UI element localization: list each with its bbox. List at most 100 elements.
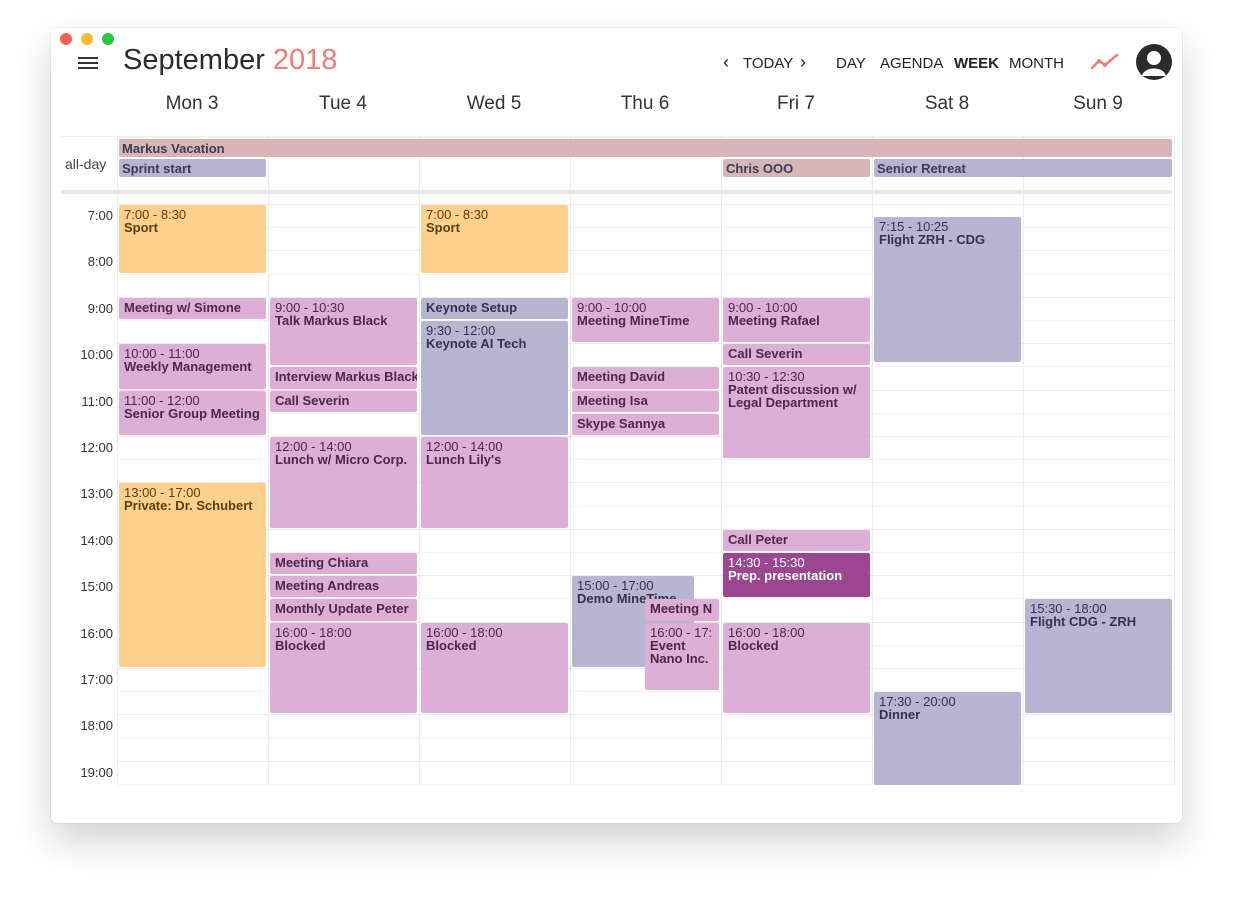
event-title: Interview Markus Black <box>275 369 417 385</box>
day-header[interactable]: Wed 5 <box>419 93 569 115</box>
chevron-left-icon[interactable]: ‹ <box>723 52 729 73</box>
calendar-event[interactable]: 17:30 - 20:00 Dinner <box>874 692 1021 785</box>
event-title: Lunch w/ Micro Corp. <box>275 452 408 467</box>
calendar-event[interactable]: 9:00 - 10:00 Meeting Rafael <box>723 297 870 343</box>
event-time: 7:15 - 10:25 <box>879 218 949 234</box>
hour-label: 11:00 <box>81 394 113 409</box>
calendar-event[interactable]: 16:00 - 18:00 Blocked <box>421 622 568 714</box>
day-header[interactable]: Fri 7 <box>721 93 871 115</box>
calendar-event[interactable]: Interview Markus Black <box>270 367 417 389</box>
minimize-window-button[interactable] <box>81 33 93 45</box>
calendar-event[interactable]: Meeting Andreas <box>270 576 417 598</box>
hour-label: 10:00 <box>80 347 113 362</box>
event-time: 16:00 - 18:00 <box>426 624 503 640</box>
calendar-event[interactable]: 7:15 - 10:25 Flight ZRH - CDG <box>874 216 1021 362</box>
trend-icon[interactable] <box>1090 52 1120 72</box>
allday-label: all-day <box>65 156 107 172</box>
close-window-button[interactable] <box>60 33 72 45</box>
calendar-event[interactable]: Meeting Chiara <box>270 553 417 575</box>
calendar-event[interactable]: 7:00 - 8:30 Sport <box>421 205 568 273</box>
calendar-event[interactable]: Call Peter <box>723 529 870 551</box>
calendar-event[interactable]: 12:00 - 14:00 Lunch Lily's <box>421 437 568 528</box>
calendar-event[interactable]: Call Severin <box>270 390 417 412</box>
day-header[interactable]: Thu 6 <box>570 93 720 115</box>
view-agenda-button[interactable]: AGENDA <box>880 55 943 72</box>
grid-row-line <box>117 204 1174 205</box>
view-week-button[interactable]: WEEK <box>954 55 999 72</box>
hour-label: 12:00 <box>80 440 113 455</box>
view-day-button[interactable]: DAY <box>836 55 866 72</box>
calendar-window: September 2018 ‹ TODAY › DAY AGENDA WEEK … <box>51 28 1182 823</box>
calendar-event[interactable]: 9:00 - 10:30 Talk Markus Black <box>270 297 417 366</box>
calendar-event[interactable]: Meeting w/ Simone <box>119 297 266 319</box>
allday-separator <box>61 190 1172 194</box>
calendar-event[interactable]: 13:00 - 17:00 Private: Dr. Schubert <box>119 483 266 667</box>
calendar-event[interactable]: 16:00 - 17: Event Nano Inc. <box>645 622 719 691</box>
grid-column-line <box>1174 136 1175 785</box>
calendar-event[interactable]: 7:00 - 8:30 Sport <box>119 205 266 273</box>
maximize-window-button[interactable] <box>102 33 114 45</box>
allday-event[interactable]: Markus Vacation <box>119 139 1172 157</box>
page-title: September 2018 <box>123 44 337 77</box>
event-title: Meeting Andreas <box>275 578 380 594</box>
grid-column-line <box>268 136 269 785</box>
calendar-event[interactable]: Call Severin <box>723 344 870 366</box>
event-title: Private: Dr. Schubert <box>124 498 253 514</box>
calendar-event[interactable]: 9:30 - 12:00 Keynote AI Tech <box>421 321 568 435</box>
allday-event[interactable]: Chris OOO <box>723 159 870 177</box>
calendar-event[interactable]: 10:00 - 11:00 Weekly Management <box>119 344 266 389</box>
day-header[interactable]: Sat 8 <box>872 93 1022 115</box>
menu-icon[interactable] <box>78 55 98 71</box>
day-header[interactable]: Tue 4 <box>268 93 418 115</box>
calendar-event[interactable]: 10:30 - 12:30 Patent discussion w/ Legal … <box>723 367 870 459</box>
calendar-event[interactable]: Meeting David <box>572 367 719 389</box>
calendar-event[interactable]: 11:00 - 12:00 Senior Group Meeting <box>119 390 266 435</box>
event-title: Skype Sannya <box>577 415 666 431</box>
grid-column-line <box>872 136 873 785</box>
event-time: 9:00 - 10:00 <box>577 299 647 315</box>
event-title: Blocked <box>275 637 326 653</box>
view-month-button[interactable]: MONTH <box>1009 55 1064 72</box>
hour-label: 14:00 <box>80 533 113 548</box>
allday-event[interactable]: Senior Retreat <box>874 159 1172 177</box>
event-title: Sport <box>426 220 460 235</box>
day-header[interactable]: Sun 9 <box>1023 93 1173 115</box>
calendar-event[interactable]: Keynote Setup <box>421 297 568 319</box>
chevron-right-icon[interactable]: › <box>800 52 806 73</box>
calendar-event[interactable]: Meeting N <box>645 599 719 621</box>
calendar-event[interactable]: Skype Sannya <box>572 413 719 435</box>
grid-column-line <box>1023 136 1024 785</box>
calendar-event[interactable]: 16:00 - 18:00 Blocked <box>723 622 870 714</box>
event-time: 9:00 - 10:00 <box>728 299 798 315</box>
event-title: Keynote Setup <box>426 299 518 315</box>
event-title: Prep. presentation <box>728 568 843 583</box>
calendar-event[interactable]: Monthly Update Peter <box>270 599 417 621</box>
hour-label: 17:00 <box>80 672 113 687</box>
event-time: 16:00 - 18:00 <box>275 624 352 640</box>
hour-label: 19:00 <box>80 765 113 780</box>
calendar-event[interactable]: 14:30 - 15:30 Prep. presentation <box>723 553 870 598</box>
event-title: Dinner <box>879 707 921 723</box>
hour-label: 9:00 <box>87 301 113 316</box>
month-label: September <box>123 44 265 76</box>
day-header[interactable]: Mon 3 <box>117 93 267 115</box>
allday-event[interactable]: Sprint start <box>119 159 266 177</box>
today-button[interactable]: TODAY <box>743 55 793 72</box>
event-title: Patent discussion w/ Legal Department <box>728 382 857 411</box>
event-title: Keynote AI Tech <box>426 336 527 351</box>
event-title: Flight CDG - ZRH <box>1030 614 1137 630</box>
event-title: Monthly Update Peter <box>275 601 409 617</box>
event-title: Meeting MineTime <box>577 312 690 328</box>
event-title: Meeting N <box>650 601 713 617</box>
calendar-event[interactable]: Meeting Isa <box>572 390 719 412</box>
calendar-event[interactable]: 12:00 - 14:00 Lunch w/ Micro Corp. <box>270 437 417 528</box>
calendar-event[interactable]: 9:00 - 10:00 Meeting MineTime <box>572 297 719 343</box>
grid-column-line <box>419 136 420 785</box>
event-title: Call Severin <box>275 392 350 408</box>
calendar-event[interactable]: 16:00 - 18:00 Blocked <box>270 622 417 714</box>
event-title: Senior Group Meeting <box>124 405 260 421</box>
calendar-event[interactable]: 15:30 - 18:00 Flight CDG - ZRH <box>1025 599 1172 714</box>
avatar-icon[interactable] <box>1136 44 1172 80</box>
event-title: Meeting w/ Simone <box>124 299 242 315</box>
event-title: Call Peter <box>728 531 788 547</box>
